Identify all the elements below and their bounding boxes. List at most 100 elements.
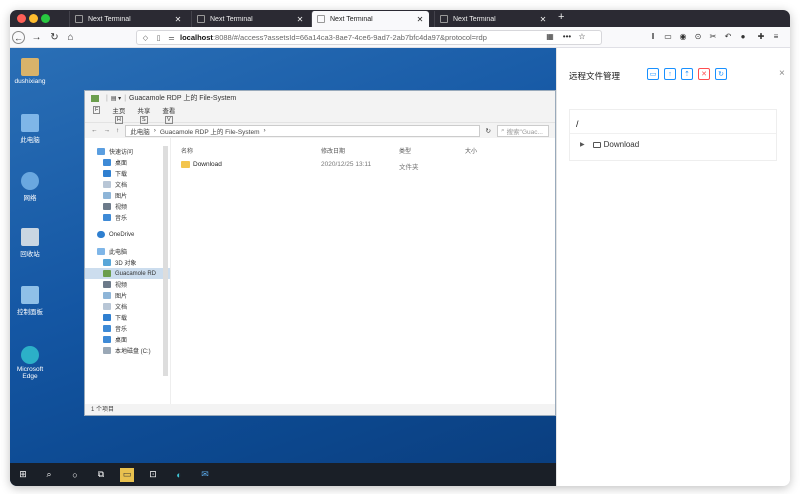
nav-pc-desktop[interactable]: 桌面 xyxy=(85,334,170,345)
caret-right-icon[interactable]: ▶ xyxy=(580,141,585,148)
browser-tab-4[interactable]: Next Terminal ✕ xyxy=(434,11,552,27)
file-row[interactable]: Download 2020/12/25 13:11 文件夹 xyxy=(177,160,507,172)
nav-music[interactable]: 音乐 xyxy=(85,212,170,223)
new-tab-button[interactable]: + xyxy=(558,11,564,23)
url-bar[interactable]: ◇ ▯ ⚌ localhost :8088/#/access?assetsId=… xyxy=(136,30,602,45)
desktop-icon-network[interactable]: 网络 xyxy=(12,172,48,202)
store-icon[interactable]: ⊡ xyxy=(146,468,160,482)
addons-icon[interactable]: ✚ xyxy=(756,31,766,42)
windows-start-icon[interactable]: ⊞ xyxy=(16,468,30,482)
ribbon-label: 共享 xyxy=(137,108,151,115)
forward-arrow-icon[interactable]: → xyxy=(104,127,111,134)
upload-file-button[interactable]: ↑ xyxy=(664,68,676,80)
nav-guacamole-drive[interactable]: Guacamole RD xyxy=(85,268,170,279)
ribbon-tab-home[interactable]: 主页 H xyxy=(112,105,125,124)
sidebar-icon[interactable]: ▭ xyxy=(663,31,673,42)
reload-icon[interactable]: ↻ xyxy=(48,31,61,44)
search-icon[interactable]: ⌕ xyxy=(42,468,56,482)
back-arrow-icon[interactable]: ← xyxy=(91,127,98,134)
tab-close-icon[interactable]: ✕ xyxy=(416,15,424,24)
cloud-upload-icon: ⇡ xyxy=(684,71,690,78)
permissions-icon[interactable]: ⚌ xyxy=(167,33,176,42)
explorer-address-bar[interactable]: 此电脑 › Guacamole RDP 上的 File-System › xyxy=(125,124,480,137)
nav-onedrive[interactable]: OneDrive xyxy=(85,229,170,240)
zoom-window-button[interactable] xyxy=(41,14,50,23)
tab-close-icon[interactable]: ✕ xyxy=(296,15,304,24)
reader-view-icon[interactable]: ▦ xyxy=(545,31,555,42)
nav-label: 音乐 xyxy=(115,327,128,333)
ribbon-tab-share[interactable]: 共享 S xyxy=(137,105,150,124)
bookmark-star-icon[interactable]: ☆ xyxy=(577,31,587,42)
tree-node-download[interactable]: ▶ Download xyxy=(580,140,639,149)
nav-pc-pictures[interactable]: 图片 xyxy=(85,290,170,301)
column-type[interactable]: 类型 xyxy=(399,146,411,155)
nav-this-pc[interactable]: 此电脑 xyxy=(85,246,170,257)
nav-pc-documents[interactable]: 文档 xyxy=(85,301,170,312)
forward-arrow-icon[interactable]: → xyxy=(30,31,43,44)
desktop-icon-this-pc[interactable]: 此电脑 xyxy=(12,114,48,144)
nav-videos[interactable]: 视频 xyxy=(85,201,170,212)
terminal-favicon-icon xyxy=(440,15,448,23)
screenshot-icon[interactable]: ✂ xyxy=(708,31,718,42)
column-size[interactable]: 大小 xyxy=(465,146,477,155)
column-name[interactable]: 名称 xyxy=(181,146,193,155)
remote-desktop-canvas[interactable]: dushixiang 此电脑 网络 回收站 控制面板 Microsoft Edg… xyxy=(10,48,556,486)
refresh-icon: ↻ xyxy=(718,71,724,78)
delete-button[interactable]: ✕ xyxy=(698,68,710,80)
nav-quick-access[interactable]: 快速访问 xyxy=(85,146,170,157)
desktop-icon-edge[interactable]: Microsoft Edge xyxy=(12,346,48,380)
task-view-icon[interactable]: ⧉ xyxy=(94,468,108,482)
back-arrow-icon[interactable]: ← xyxy=(12,31,25,44)
refresh-icon[interactable]: ↻ xyxy=(486,127,491,135)
home-icon[interactable]: ⌂ xyxy=(64,31,77,44)
edge-taskbar-icon[interactable]: ◐ xyxy=(172,468,186,482)
new-folder-button[interactable]: ▭ xyxy=(647,68,659,80)
desktop-icon-control-panel[interactable]: 控制面板 xyxy=(12,286,48,316)
nav-desktop[interactable]: 桌面 xyxy=(85,157,170,168)
upload-folder-button[interactable]: ⇡ xyxy=(681,68,693,80)
account-icon[interactable]: ◉ xyxy=(678,31,688,42)
quick-access-toolbar-icon[interactable]: ▤ ▾ xyxy=(111,95,121,102)
music-icon xyxy=(103,214,111,221)
refresh-button[interactable]: ↻ xyxy=(715,68,727,80)
browser-tab-2[interactable]: Next Terminal ✕ xyxy=(191,11,309,27)
desktop-icon-user[interactable]: dushixiang xyxy=(12,58,48,85)
browser-tab-3-active[interactable]: Next Terminal ✕ xyxy=(311,11,429,27)
close-window-button[interactable] xyxy=(17,14,26,23)
nav-downloads[interactable]: 下载 xyxy=(85,168,170,179)
nav-local-disk[interactable]: 本地磁盘 (C:) xyxy=(85,345,170,356)
nav-scrollbar[interactable] xyxy=(163,146,168,376)
library-icon[interactable]: ‖ xyxy=(648,31,658,42)
up-arrow-icon[interactable]: ↑ xyxy=(116,127,119,134)
nav-pc-videos[interactable]: 视频 xyxy=(85,279,170,290)
control-panel-icon xyxy=(21,286,39,304)
browser-tab-1[interactable]: Next Terminal ✕ xyxy=(69,11,187,27)
cortana-icon[interactable]: ○ xyxy=(68,468,82,482)
desktop-icon-recycle-bin[interactable]: 回收站 xyxy=(12,228,48,258)
nav-pc-downloads[interactable]: 下载 xyxy=(85,312,170,323)
column-date[interactable]: 修改日期 xyxy=(321,146,345,155)
ribbon-tab-view[interactable]: 查看 V xyxy=(162,105,175,124)
nav-pictures[interactable]: 图片 xyxy=(85,190,170,201)
shield-icon[interactable]: ◇ xyxy=(141,33,150,42)
fox-extension-icon[interactable]: ● xyxy=(738,31,748,42)
page-actions-menu-icon[interactable]: ••• xyxy=(562,31,572,42)
minimize-window-button[interactable] xyxy=(29,14,38,23)
nav-label: 3D 对象 xyxy=(115,261,137,267)
tab-close-icon[interactable]: ✕ xyxy=(174,15,182,24)
explorer-search-box[interactable]: ⌕ 搜索"Guac... xyxy=(497,124,549,137)
tab-title: Next Terminal xyxy=(453,15,496,23)
file-explorer-taskbar-icon[interactable]: ▭ xyxy=(120,467,134,482)
undo-icon[interactable]: ↶ xyxy=(723,31,733,42)
extension-icon[interactable]: ⊙ xyxy=(693,31,703,42)
document-icon xyxy=(103,303,111,310)
tab-close-icon[interactable]: ✕ xyxy=(539,15,547,24)
page-info-icon[interactable]: ▯ xyxy=(154,33,163,42)
hamburger-menu-icon[interactable]: ≡ xyxy=(771,31,781,42)
explorer-status-bar: 1 个项目 xyxy=(91,407,115,413)
nav-pc-music[interactable]: 音乐 xyxy=(85,323,170,334)
nav-documents[interactable]: 文档 xyxy=(85,179,170,190)
mail-icon[interactable]: ✉ xyxy=(198,468,212,482)
nav-3d-objects[interactable]: 3D 对象 xyxy=(85,257,170,268)
panel-close-button[interactable]: × xyxy=(779,68,785,79)
